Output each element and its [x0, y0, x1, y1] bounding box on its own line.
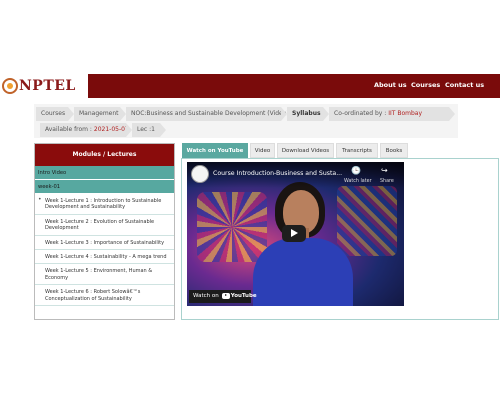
coordinated-by: Co-ordinated by : IIT Bombay [329, 107, 455, 121]
watch-on-youtube-button[interactable]: Watch on YouTube [189, 290, 257, 303]
share-icon[interactable]: ↪ [381, 166, 388, 175]
lecture-item[interactable]: Week 1-Lecture 5 : Environment, Human & … [35, 264, 174, 286]
site-header: NPTEL About us Courses Contact us [0, 74, 500, 98]
page: NPTEL About us Courses Contact us Course… [0, 0, 500, 400]
youtube-logo-icon [221, 292, 230, 299]
video-title[interactable]: Course Introduction-Business and Susta..… [213, 170, 342, 177]
nav-about-us[interactable]: About us [374, 81, 407, 89]
presenter-image [249, 180, 359, 306]
watch-later-label[interactable]: Watch later [344, 179, 372, 184]
breadcrumb-syllabus[interactable]: Syllabus [287, 107, 329, 121]
breadcrumb-course-title[interactable]: NOC:Business and Sustainable Development… [126, 107, 289, 121]
youtube-video-player[interactable]: Course Introduction-Business and Susta..… [187, 162, 404, 306]
tab-watch-on-youtube[interactable]: Watch on YouTube [182, 143, 248, 158]
nav-courses[interactable]: Courses [411, 81, 440, 89]
modules-heading: Modules / Lectures [35, 144, 174, 166]
modules-panel: Modules / Lectures Intro Video week-01 W… [34, 143, 175, 320]
play-icon[interactable] [282, 225, 306, 242]
channel-avatar[interactable] [191, 165, 209, 183]
nav-contact-us[interactable]: Contact us [445, 81, 484, 89]
top-navbar: About us Courses Contact us [88, 74, 500, 98]
tab-books[interactable]: Books [380, 143, 408, 158]
breadcrumb-management[interactable]: Management [74, 107, 126, 121]
watch-later-icon[interactable]: 🕒 [351, 166, 361, 175]
logo-text: NPTEL [19, 78, 76, 94]
lecture-number: Lec :1 [132, 123, 166, 137]
lecture-item[interactable]: Week 1-Lecture 2 : Evolution of Sustaina… [35, 215, 174, 236]
breadcrumb-courses[interactable]: Courses [36, 107, 74, 121]
breadcrumb: Courses Management NOC:Business and Sust… [34, 104, 458, 138]
available-from: Available from : 2021-05-07 [40, 123, 132, 137]
lecture-item[interactable]: Week 1-Lecture 6 : Robert Solowâ€™s Conc… [35, 285, 174, 307]
lecture-item[interactable]: Week 1-Lecture 4 : Sustainability - A me… [35, 250, 174, 265]
intro-video-item[interactable]: Intro Video [35, 166, 174, 180]
lecture-item[interactable]: Week 1-Lecture 1 : Introduction to Susta… [35, 194, 174, 215]
logo-emblem-icon [2, 78, 18, 94]
tab-video[interactable]: Video [250, 143, 275, 158]
lecture-item[interactable]: Week 1-Lecture 3 : Importance of Sustain… [35, 236, 174, 251]
tab-download-videos[interactable]: Download Videos [277, 143, 334, 158]
share-label[interactable]: Share [380, 179, 394, 184]
nptel-logo[interactable]: NPTEL [2, 74, 88, 98]
week-01-item[interactable]: week-01 [35, 180, 174, 194]
tab-transcripts[interactable]: Transcripts [336, 143, 378, 158]
